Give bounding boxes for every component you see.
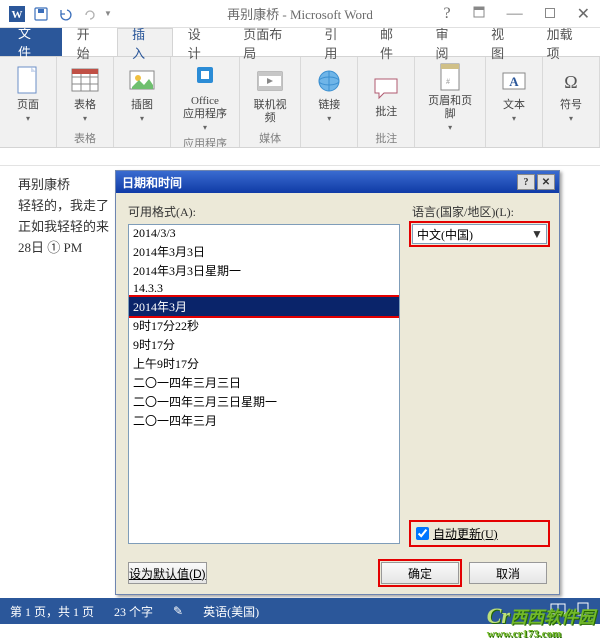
save-icon[interactable] xyxy=(30,3,52,25)
format-option[interactable]: 2014年3月 xyxy=(129,297,399,316)
tab-file[interactable]: 文件 xyxy=(0,28,62,56)
video-icon xyxy=(254,65,286,97)
formats-listbox[interactable]: 2014/3/32014年3月3日2014年3月3日星期一14.3.32014年… xyxy=(128,224,400,544)
svg-text:Ω: Ω xyxy=(564,72,577,92)
tab-review[interactable]: 审阅 xyxy=(421,28,477,56)
svg-text:W: W xyxy=(12,9,23,21)
pictures-icon xyxy=(126,65,158,97)
header-footer-button[interactable]: #页眉和页脚▾ xyxy=(423,59,477,136)
tab-mail[interactable]: 邮件 xyxy=(365,28,421,56)
qat-dropdown-icon[interactable]: ▼ xyxy=(104,9,112,18)
page-status[interactable]: 第 1 页，共 1 页 xyxy=(10,603,94,620)
maximize-icon[interactable] xyxy=(541,1,559,27)
tab-design[interactable]: 设计 xyxy=(173,28,229,56)
comment-icon xyxy=(370,72,402,104)
titlebar: W ▼ 再别康桥 - Microsoft Word ? — ✕ xyxy=(0,0,600,28)
tab-layout[interactable]: 页面布局 xyxy=(228,28,309,56)
tab-insert[interactable]: 插入 xyxy=(117,28,173,56)
undo-icon[interactable] xyxy=(54,3,76,25)
svg-text:A: A xyxy=(509,74,519,89)
format-option[interactable]: 9时17分 xyxy=(129,335,399,354)
table-icon xyxy=(69,65,101,97)
language-combobox[interactable]: 中文(中国) ▼ xyxy=(412,224,547,244)
online-video-button[interactable]: 联机视频 xyxy=(248,63,292,127)
tab-view[interactable]: 视图 xyxy=(476,28,532,56)
symbol-button[interactable]: Ω符号▾ xyxy=(551,63,591,127)
minimize-icon[interactable]: — xyxy=(503,1,527,27)
ruler xyxy=(0,148,600,166)
redo-icon[interactable] xyxy=(78,3,100,25)
format-option[interactable]: 2014/3/3 xyxy=(129,225,399,242)
set-default-button[interactable]: 设为默认值(D) xyxy=(128,562,207,584)
link-icon xyxy=(313,65,345,97)
dialog-close-icon[interactable]: ✕ xyxy=(537,174,555,190)
tab-references[interactable]: 引用 xyxy=(309,28,365,56)
format-option[interactable]: 二〇一四年三月三日星期一 xyxy=(129,392,399,411)
tab-addins[interactable]: 加载项 xyxy=(532,28,600,56)
chevron-down-icon[interactable]: ▼ xyxy=(530,227,544,242)
ribbon: 页面▾ 表格▾表格 插图▾ Office 应用程序▾应用程序 联机视频媒体 链接… xyxy=(0,56,600,148)
dialog-titlebar[interactable]: 日期和时间 ? ✕ xyxy=(116,171,559,193)
ribbon-toggle-icon[interactable] xyxy=(469,1,489,27)
watermark: Cr西西软件园 www.cr173.com xyxy=(487,603,595,639)
format-option[interactable]: 2014年3月3日星期一 xyxy=(129,261,399,280)
links-button[interactable]: 链接▾ xyxy=(309,63,349,127)
format-option[interactable]: 14.3.3 xyxy=(129,280,399,297)
illustrations-button[interactable]: 插图▾ xyxy=(122,63,162,127)
date-time-dialog: 日期和时间 ? ✕ 可用格式(A): 2014/3/32014年3月3日2014… xyxy=(115,170,560,595)
dialog-title: 日期和时间 xyxy=(122,174,182,191)
word-count[interactable]: 23 个字 xyxy=(114,603,153,620)
pages-button[interactable]: 页面▾ xyxy=(8,63,48,127)
language-value: 中文(中国) xyxy=(417,226,473,243)
office-apps-button[interactable]: Office 应用程序▾ xyxy=(179,59,231,136)
textbox-button[interactable]: A文本▾ xyxy=(494,63,534,127)
auto-update-input[interactable] xyxy=(416,527,429,540)
header-footer-icon: # xyxy=(434,61,466,93)
format-option[interactable]: 9时17分22秒 xyxy=(129,316,399,335)
symbol-icon: Ω xyxy=(555,65,587,97)
tab-home[interactable]: 开始 xyxy=(62,28,118,56)
ribbon-tabs: 文件 开始 插入 设计 页面布局 引用 邮件 审阅 视图 加载项 xyxy=(0,28,600,56)
window-title: 再别康桥 - Microsoft Word xyxy=(227,4,373,23)
dialog-help-icon[interactable]: ? xyxy=(517,174,535,190)
table-button[interactable]: 表格▾ xyxy=(65,63,105,127)
close-icon[interactable]: ✕ xyxy=(573,0,594,28)
svg-text:#: # xyxy=(446,77,450,86)
auto-update-checkbox[interactable]: 自动更新(U) xyxy=(412,523,547,544)
ok-button[interactable]: 确定 xyxy=(381,562,459,584)
page-icon xyxy=(12,65,44,97)
textbox-icon: A xyxy=(498,65,530,97)
format-option[interactable]: 2014年3月3日 xyxy=(129,242,399,261)
cancel-button[interactable]: 取消 xyxy=(469,562,547,584)
help-icon[interactable]: ? xyxy=(439,1,454,27)
spellcheck-icon[interactable]: ✎ xyxy=(173,604,183,619)
comment-button[interactable]: 批注 xyxy=(366,70,406,121)
word-logo-icon: W xyxy=(6,3,28,25)
format-option[interactable]: 上午9时17分 xyxy=(129,354,399,373)
language-status[interactable]: 英语(美国) xyxy=(203,603,259,620)
status-bar: 第 1 页，共 1 页 23 个字 ✎ 英语(美国) Cr西西软件园 www.c… xyxy=(0,598,600,624)
office-apps-icon xyxy=(189,61,221,93)
language-label: 语言(国家/地区)(L): xyxy=(412,203,547,220)
format-option[interactable]: 二〇一四年三月三日 xyxy=(129,373,399,392)
quick-access-toolbar: W ▼ xyxy=(0,0,112,27)
formats-label: 可用格式(A): xyxy=(128,203,400,220)
format-option[interactable]: 二〇一四年三月 xyxy=(129,411,399,430)
